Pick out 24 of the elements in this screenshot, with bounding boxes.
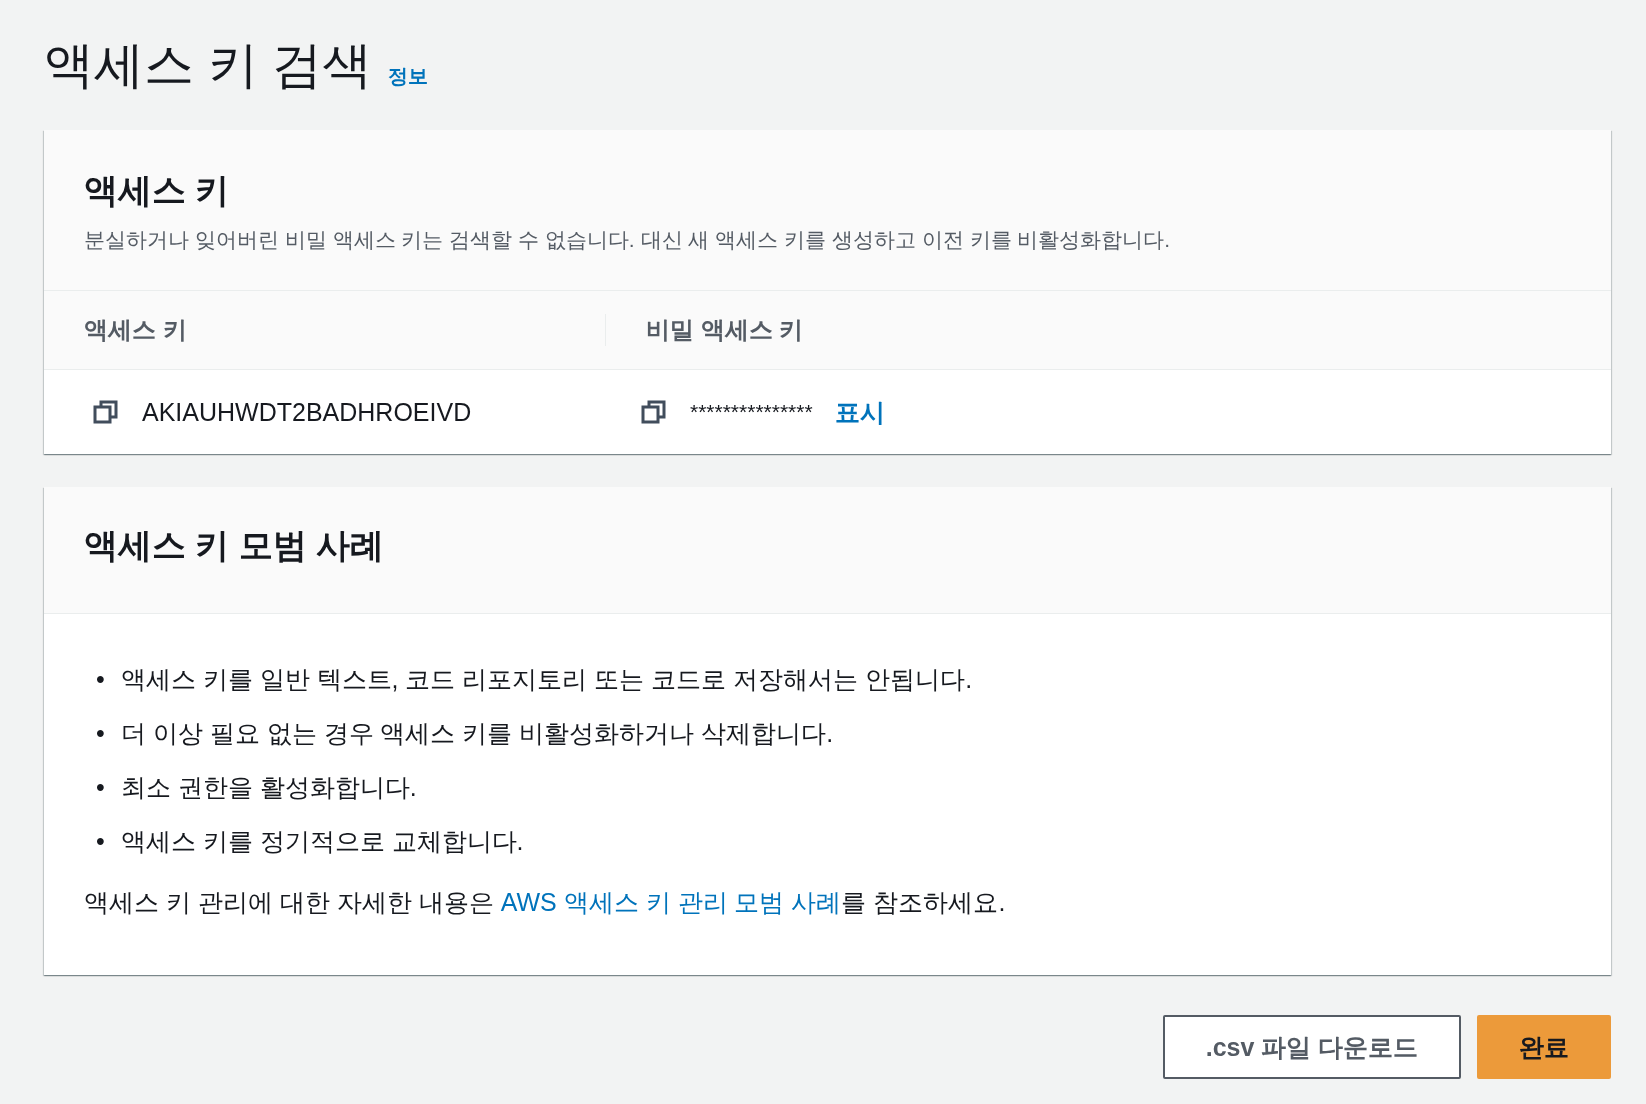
secret-key-value: *************** <box>690 400 813 424</box>
card-description: 분실하거나 잊어버린 비밀 액세스 키는 검색할 수 없습니다. 대신 새 액세스 키를 생성하고 이전 키를 비활성화합니다. <box>84 227 1172 253</box>
done-button[interactable]: 완료 <box>1477 1015 1611 1079</box>
copy-icon[interactable] <box>92 398 120 426</box>
list-item: 액세스 키를 정기적으로 교체합니다. <box>120 826 524 857</box>
copy-icon[interactable] <box>640 398 668 426</box>
card-title: 액세스 키 <box>84 170 231 211</box>
access-key-value: AKIAUHWDT2BADHROEIVD <box>142 397 472 427</box>
footer-text: 액세스 키 관리에 대한 자세한 내용은 AWS 액세스 키 관리 모범 사례를 참조하세요. <box>84 887 1007 918</box>
column-header: 비밀 액세스 키 <box>645 315 805 345</box>
list-item: 최소 권한을 활성화합니다. <box>120 772 417 803</box>
bullet: • <box>96 664 105 695</box>
card-title: 액세스 키 모범 사례 <box>84 525 386 566</box>
bullet: • <box>96 826 105 857</box>
info-link[interactable]: 정보 <box>387 62 428 90</box>
page-title: 액세스 키 검색 <box>44 35 372 95</box>
column-header: 액세스 키 <box>44 314 606 346</box>
best-practices-link[interactable]: AWS 액세스 키 관리 모범 사례 <box>500 888 842 916</box>
bullet: • <box>96 772 105 803</box>
list-item: 액세스 키를 일반 텍스트, 코드 리포지토리 또는 코드로 저장해서는 안됩니다. <box>120 664 973 695</box>
download-button[interactable]: .csv 파일 다운로드 <box>1163 1015 1461 1079</box>
bullet: • <box>96 718 105 749</box>
show-link[interactable]: 표시 <box>834 395 885 429</box>
list-item: 더 이상 필요 없는 경우 액세스 키를 비활성화하거나 삭제합니다. <box>120 718 834 749</box>
